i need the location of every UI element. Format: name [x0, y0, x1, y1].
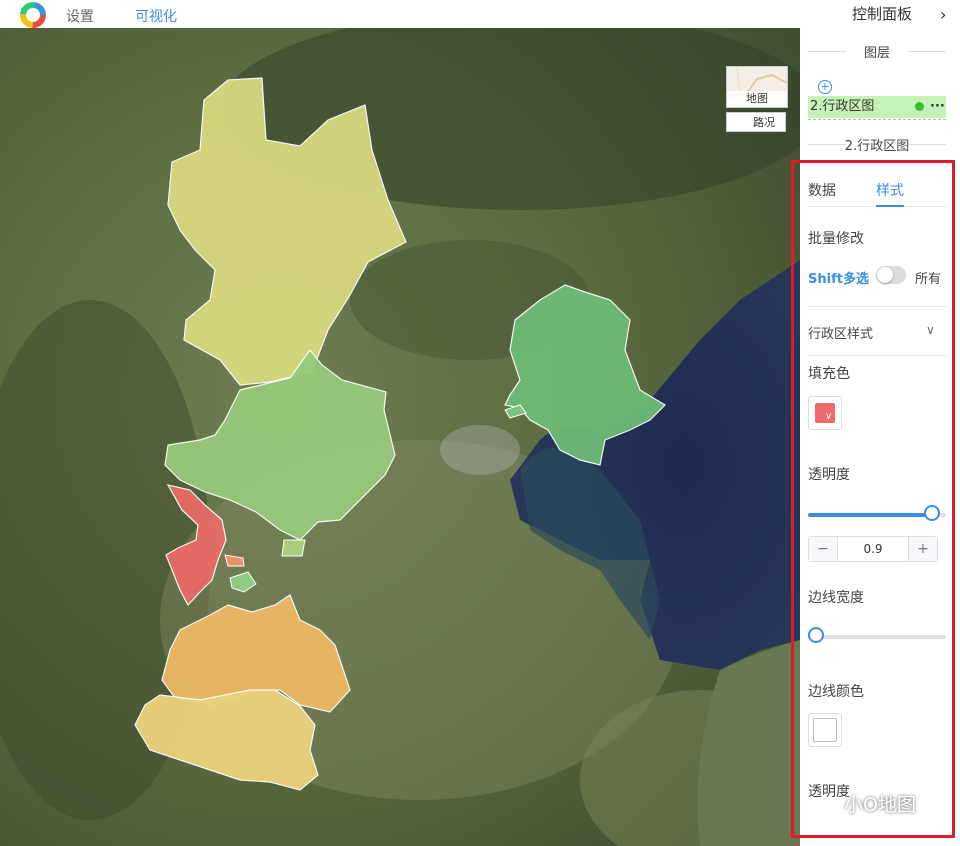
select-all-toggle[interactable]: [876, 266, 906, 284]
satellite-basemap[interactable]: [0, 28, 800, 846]
map-canvas[interactable]: 地图 路况: [0, 28, 800, 846]
divider: [808, 51, 846, 52]
basemap-map-label: 地图: [727, 91, 787, 107]
toggle-knob: [877, 267, 893, 283]
opacity-input[interactable]: 0.9: [837, 537, 909, 561]
divider: [808, 355, 946, 356]
basemap-switcher: 地图 路况: [726, 66, 788, 152]
divider: [808, 144, 846, 145]
watermark-text: 小O地图: [844, 794, 916, 816]
plus-circle-icon[interactable]: +: [818, 80, 832, 94]
active-tab-indicator: [876, 205, 904, 207]
opacity-slider[interactable]: [808, 505, 946, 521]
region-small-green-south: [281, 539, 306, 557]
fill-color-swatch: ∨: [815, 403, 835, 423]
watermark: 小O地图: [818, 790, 916, 817]
border-width-label: 边线宽度: [808, 590, 864, 606]
layer-divider: [808, 119, 946, 120]
increment-button[interactable]: +: [908, 537, 937, 561]
border-color-picker[interactable]: [808, 713, 842, 747]
tab-visualization[interactable]: 可视化: [135, 6, 177, 26]
divider: [908, 51, 946, 52]
divider: [908, 144, 946, 145]
chevron-down-icon: ∨: [825, 411, 833, 422]
fill-color-picker[interactable]: ∨: [808, 396, 842, 430]
more-icon[interactable]: ···: [930, 96, 945, 118]
top-bar: 设置 可视化 控制面板 ›: [0, 0, 960, 28]
border-color-label: 边线颜色: [808, 684, 864, 700]
region-style-label[interactable]: 行政区样式: [808, 323, 873, 342]
opacity-label: 透明度: [808, 467, 850, 483]
decrement-button[interactable]: −: [809, 537, 838, 561]
wechat-icon: [818, 797, 840, 813]
basemap-traffic-option[interactable]: 路况: [726, 112, 786, 132]
border-width-slider-handle[interactable]: [808, 627, 824, 643]
border-color-swatch: [813, 718, 837, 742]
border-width-slider[interactable]: [808, 627, 946, 643]
control-panel-title: 控制面板: [852, 5, 913, 23]
basemap-map-option[interactable]: 地图: [726, 66, 788, 108]
app-logo-icon: [20, 2, 46, 28]
chevron-down-icon[interactable]: ∨: [926, 323, 935, 337]
visibility-dot-icon[interactable]: [915, 102, 924, 111]
layer-item[interactable]: 2.行政区图 ···: [808, 96, 946, 118]
layers-section-title: 图层: [808, 42, 946, 61]
layer-settings-title: 2.行政区图: [808, 135, 946, 154]
tab-settings[interactable]: 设置: [66, 6, 94, 26]
layer-settings-title-text: 2.行政区图: [844, 139, 910, 154]
shift-multiselect-label: Shift多选: [808, 272, 869, 287]
batch-edit-label: 批量修改: [808, 231, 864, 247]
divider: [808, 306, 946, 307]
layer-item-label: 2.行政区图: [810, 99, 875, 114]
chevron-right-icon[interactable]: ›: [940, 5, 946, 24]
opacity-slider-fill: [808, 513, 933, 517]
tab-style[interactable]: 样式: [876, 180, 904, 200]
fill-color-label: 填充色: [808, 366, 850, 382]
select-all-label: 所有: [915, 272, 942, 287]
layers-title-text: 图层: [863, 46, 890, 61]
opacity-stepper: − 0.9 +: [808, 536, 938, 562]
tab-data[interactable]: 数据: [808, 180, 836, 200]
